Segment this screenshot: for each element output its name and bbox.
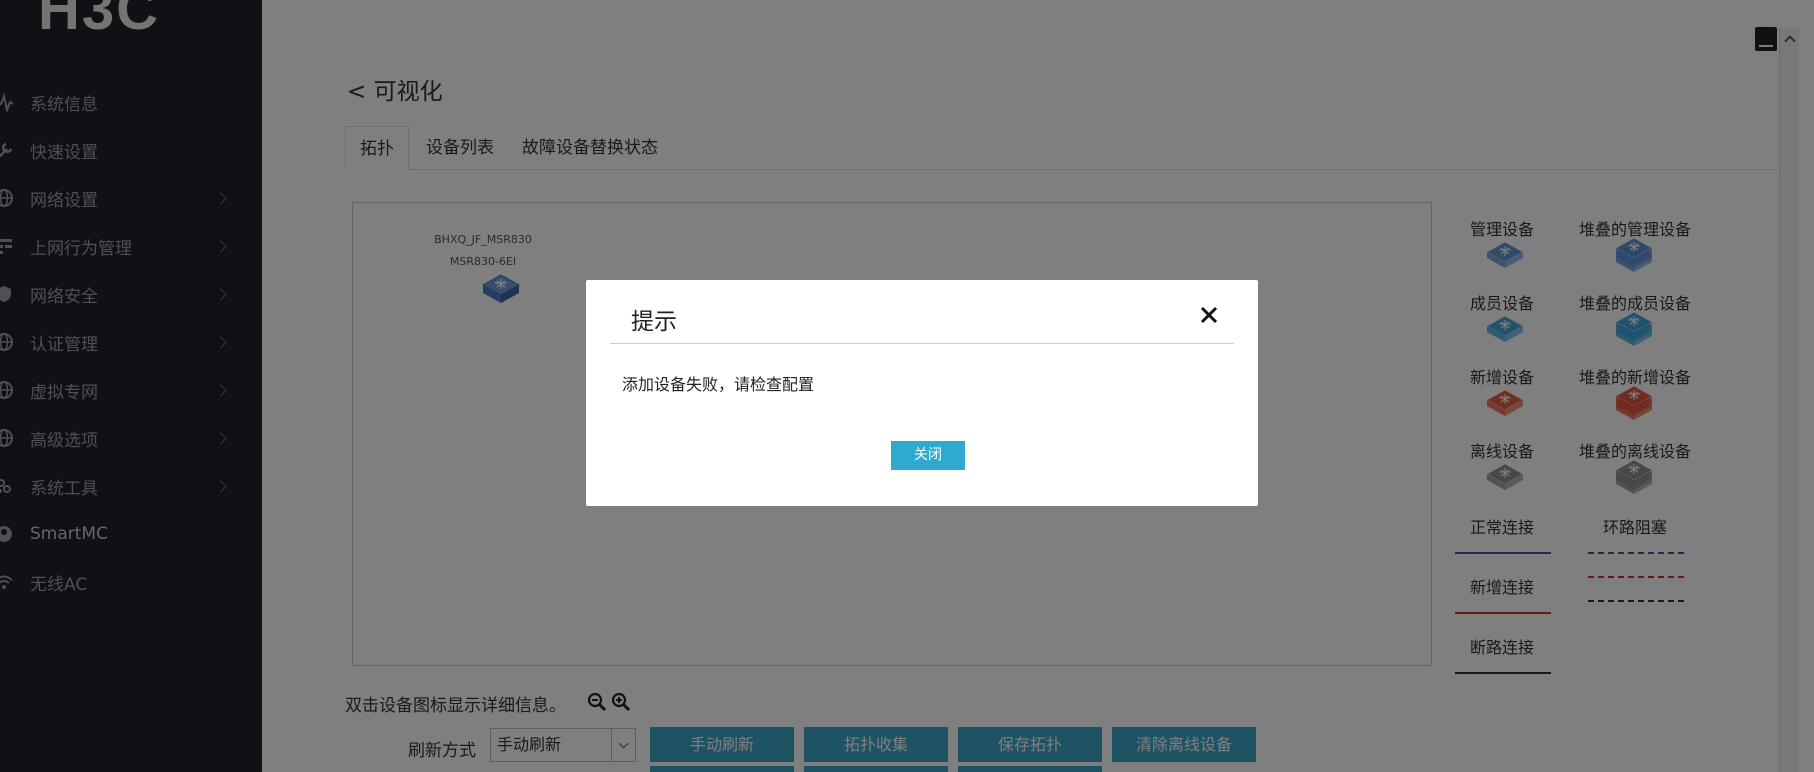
dialog-title: 提示: [631, 309, 677, 335]
close-icon[interactable]: [1196, 302, 1222, 328]
dialog-divider: [610, 343, 1234, 344]
dialog-message: 添加设备失败，请检查配置: [622, 375, 815, 394]
dialog-close-button[interactable]: 关闭: [891, 441, 965, 470]
alert-dialog: 提示 添加设备失败，请检查配置 关闭: [586, 280, 1258, 506]
